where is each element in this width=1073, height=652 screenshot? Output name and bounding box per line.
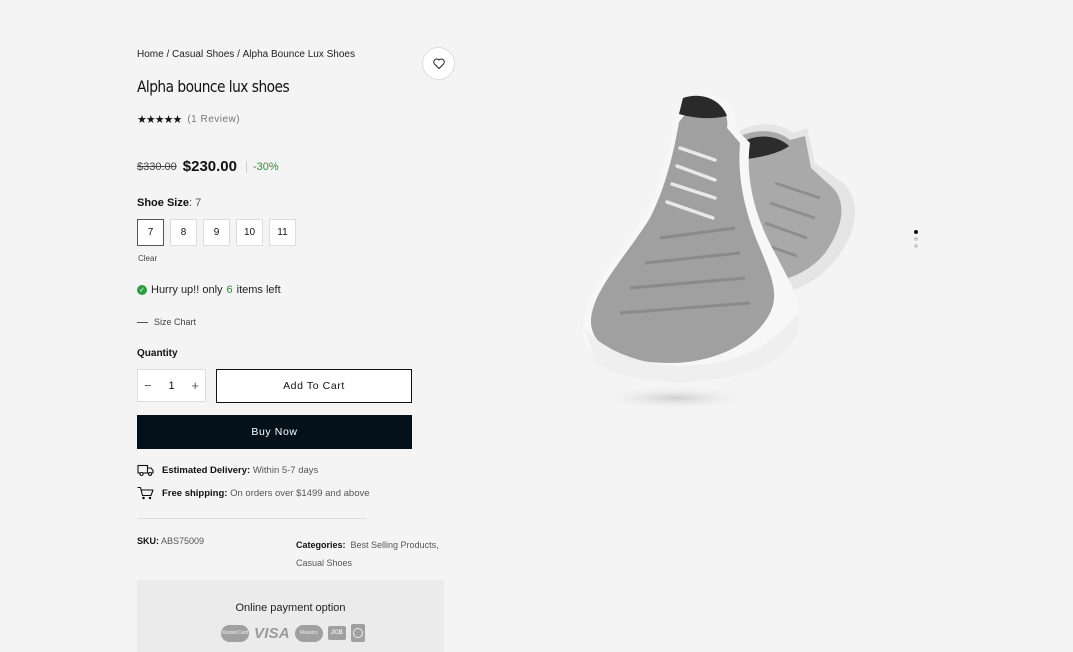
wishlist-button[interactable] xyxy=(422,47,455,80)
gallery-dot-1[interactable] xyxy=(914,230,918,234)
current-price: $230.00 xyxy=(182,158,237,175)
size-options: 7 8 9 10 11 xyxy=(137,219,296,246)
breadcrumb-separator: / xyxy=(234,49,243,60)
heart-icon xyxy=(432,58,445,69)
star-rating-icon: ★★★★★ xyxy=(137,114,182,126)
add-to-cart-button[interactable]: Add To Cart xyxy=(216,369,412,403)
breadcrumb: Home / Casual Shoes / Alpha Bounce Lux S… xyxy=(137,49,355,60)
size-label-text: Shoe Size xyxy=(137,197,189,209)
price-row: $330.00 $230.00 -30% xyxy=(137,158,279,175)
clear-size-link[interactable]: Clear xyxy=(138,254,157,263)
categories-label: Categories: xyxy=(296,540,346,550)
sku-label: SKU: xyxy=(137,536,159,546)
product-title: Alpha bounce lux shoes xyxy=(137,77,290,96)
stock-count: 6 xyxy=(226,284,233,296)
category-link-casual-shoes[interactable]: Casual Shoes xyxy=(296,558,352,568)
old-price: $330.00 xyxy=(137,160,177,173)
category-separator: , xyxy=(436,540,439,550)
shipping-label: Free shipping: xyxy=(162,487,228,499)
selected-size: : 7 xyxy=(188,197,202,209)
gallery-dot-3[interactable] xyxy=(914,244,918,248)
dash-icon xyxy=(137,321,148,323)
sku: SKU: ABS75009 xyxy=(137,536,204,546)
category-link-best-selling[interactable]: Best Selling Products xyxy=(351,540,437,550)
size-option-9[interactable]: 9 xyxy=(203,219,230,246)
delivery-label: Estimated Delivery: xyxy=(162,465,251,476)
size-label: Shoe Size: 7 xyxy=(137,197,201,209)
quantity-input[interactable]: 1 xyxy=(168,380,174,392)
review-count-link[interactable]: (1 Review) xyxy=(187,114,240,125)
gallery-dot-2[interactable] xyxy=(914,237,918,241)
sku-value: ABS75009 xyxy=(161,536,205,546)
shipping-value: On orders over $1499 and above xyxy=(230,487,370,499)
discount-badge: -30% xyxy=(246,160,279,173)
quantity-decrease-button[interactable]: − xyxy=(144,378,152,393)
payment-icon xyxy=(350,624,365,642)
stock-prefix: Hurry up!! only xyxy=(151,284,223,296)
payment-icons: MasterCard VISA Maestro JCB xyxy=(221,624,365,642)
product-rating: ★★★★★ (1 Review) xyxy=(137,113,240,126)
stock-notice: ✓ Hurry up!! only 6 items left xyxy=(137,284,281,296)
mastercard-icon: MasterCard xyxy=(221,624,249,642)
size-chart-link[interactable]: Size Chart xyxy=(137,317,196,327)
breadcrumb-home[interactable]: Home xyxy=(137,49,164,60)
buy-now-button[interactable]: Buy Now xyxy=(137,415,412,449)
quantity-stepper: − 1 + xyxy=(137,369,206,402)
breadcrumb-separator: / xyxy=(163,49,173,60)
visa-icon: VISA xyxy=(254,624,290,642)
maestro-icon: Maestro xyxy=(294,624,323,642)
breadcrumb-current: Alpha Bounce Lux Shoes xyxy=(242,49,355,60)
jcb-icon: JCB xyxy=(327,626,346,640)
product-image[interactable] xyxy=(575,88,865,418)
delivery-value: Within 5-7 days xyxy=(252,465,319,476)
shipping-info: Free shipping: On orders over $1499 and … xyxy=(137,486,370,500)
delivery-info: Estimated Delivery: Within 5-7 days xyxy=(137,464,318,477)
categories: Categories: Best Selling Products, Casua… xyxy=(296,536,439,572)
size-option-8[interactable]: 8 xyxy=(170,219,197,246)
quantity-label: Quantity xyxy=(137,348,178,359)
size-option-7[interactable]: 7 xyxy=(137,219,164,246)
stock-suffix: items left xyxy=(236,284,281,296)
divider xyxy=(137,518,367,519)
check-circle-icon: ✓ xyxy=(137,285,147,295)
payment-title: Online payment option xyxy=(235,602,346,614)
size-chart-label: Size Chart xyxy=(154,317,197,327)
quantity-increase-button[interactable]: + xyxy=(191,378,199,393)
truck-icon xyxy=(137,464,154,477)
cart-icon xyxy=(137,486,154,500)
breadcrumb-category[interactable]: Casual Shoes xyxy=(172,49,234,60)
gallery-pagination xyxy=(914,230,918,248)
size-option-11[interactable]: 11 xyxy=(269,219,296,246)
size-option-10[interactable]: 10 xyxy=(236,219,263,246)
